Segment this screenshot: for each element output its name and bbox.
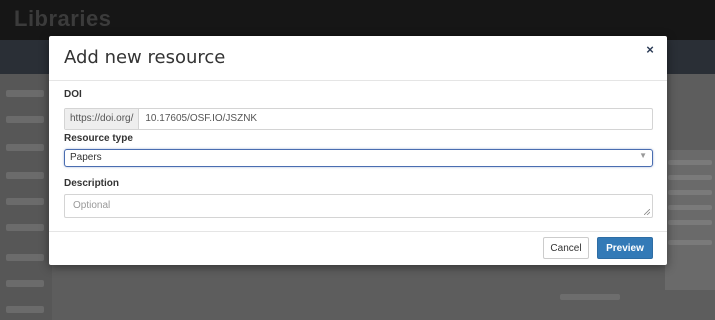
close-icon[interactable]: × xyxy=(642,42,658,58)
description-label: Description xyxy=(64,178,120,189)
background-header: Libraries xyxy=(0,0,715,40)
background-sidebar-item xyxy=(6,90,44,97)
background-right-line xyxy=(668,220,712,225)
resource-type-select[interactable]: Papers ▼ xyxy=(64,149,653,167)
description-placeholder: Optional xyxy=(73,200,111,211)
background-sidebar xyxy=(0,74,52,320)
background-right-line xyxy=(668,160,712,165)
background-sidebar-item xyxy=(6,198,44,205)
resize-handle-icon[interactable] xyxy=(644,209,650,215)
app-page: Libraries Add new resource × DOI https:/… xyxy=(0,0,715,320)
background-footer-text xyxy=(560,294,620,300)
background-sidebar-item xyxy=(6,280,44,287)
modal-footer: Cancel Preview xyxy=(49,231,667,266)
background-sidebar-item xyxy=(6,306,44,313)
preview-button[interactable]: Preview xyxy=(597,237,653,259)
background-sidebar-item xyxy=(6,172,44,179)
background-right-line xyxy=(668,240,712,245)
background-sidebar-item xyxy=(6,144,44,151)
resource-type-label: Resource type xyxy=(64,133,133,144)
cancel-button[interactable]: Cancel xyxy=(543,237,589,259)
doi-input-group: https://doi.org/ 10.17605/OSF.IO/JSZNK xyxy=(64,108,653,130)
background-right-line xyxy=(668,175,712,180)
background-right-line xyxy=(668,190,712,195)
resource-type-selected-value: Papers xyxy=(70,152,102,163)
doi-label: DOI xyxy=(64,89,82,100)
background-right-line xyxy=(668,205,712,210)
background-sidebar-item xyxy=(6,254,44,261)
doi-prefix-addon: https://doi.org/ xyxy=(65,109,140,129)
description-textarea[interactable]: Optional xyxy=(64,194,653,218)
chevron-down-icon: ▼ xyxy=(639,151,647,160)
doi-input[interactable]: 10.17605/OSF.IO/JSZNK xyxy=(139,109,652,129)
add-resource-modal: Add new resource × DOI https://doi.org/ … xyxy=(49,36,667,265)
modal-title: Add new resource xyxy=(64,47,226,68)
background-sidebar-item xyxy=(6,116,44,123)
background-sidebar-item xyxy=(6,224,44,231)
modal-header: Add new resource × xyxy=(49,36,667,81)
background-title: Libraries xyxy=(14,6,112,31)
